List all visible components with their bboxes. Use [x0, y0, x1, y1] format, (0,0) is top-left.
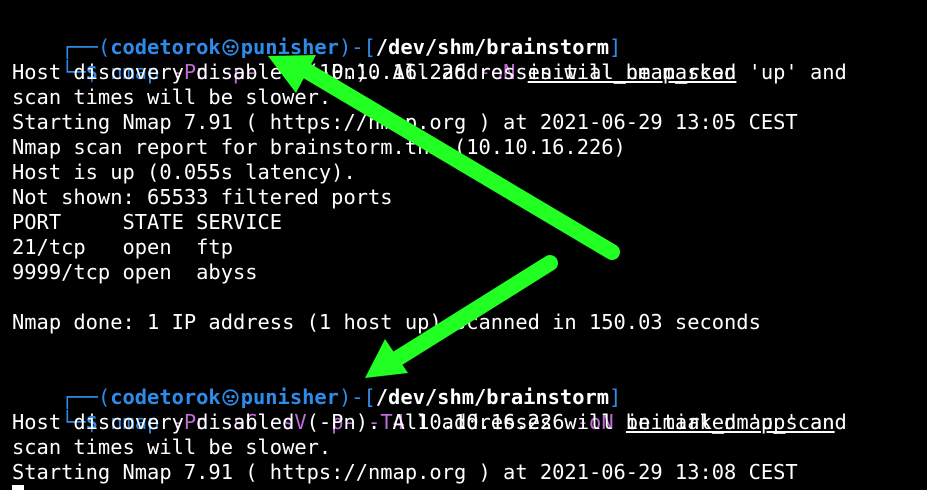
output-line: Host discovery disabled (-Pn). All addre… — [12, 410, 847, 434]
prompt-header-line: ┌──(codetorok punisher)-[/dev/shm/brainst… — [12, 360, 621, 409]
output-line: Not shown: 65533 filtered ports — [12, 185, 393, 209]
command-line: └─$ nmap -Pn -sC -sV -p- -T4 10.10.16.22… — [12, 385, 834, 434]
output-line: Nmap scan report for brainstorm.thm (10.… — [12, 135, 626, 159]
terminal-cursor — [12, 485, 24, 490]
port-table-header: PORT STATE SERVICE — [12, 210, 283, 234]
output-line: scan times will be slower. — [12, 435, 332, 459]
port-table-row: 9999/tcp open abyss — [12, 260, 258, 284]
output-line: Starting Nmap 7.91 ( https://nmap.org ) … — [12, 110, 798, 134]
output-line: Host is up (0.055s latency). — [12, 160, 356, 184]
prompt-header-line: ┌──(codetorok punisher)-[/dev/shm/brainst… — [12, 10, 621, 59]
terminal-window[interactable]: ┌──(codetorok punisher)-[/dev/shm/brainst… — [0, 0, 927, 490]
output-line: Starting Nmap 7.91 ( https://nmap.org ) … — [12, 460, 798, 484]
output-line: scan times will be slower. — [12, 85, 332, 109]
output-line: Host discovery disabled (-Pn). All addre… — [12, 60, 847, 84]
command-line: └─$ nmap -Pn -p- -T4 10.10.16.226 -oN in… — [12, 35, 736, 84]
output-line: Nmap done: 1 IP address (1 host up) scan… — [12, 310, 761, 334]
port-table-row: 21/tcp open ftp — [12, 235, 233, 259]
